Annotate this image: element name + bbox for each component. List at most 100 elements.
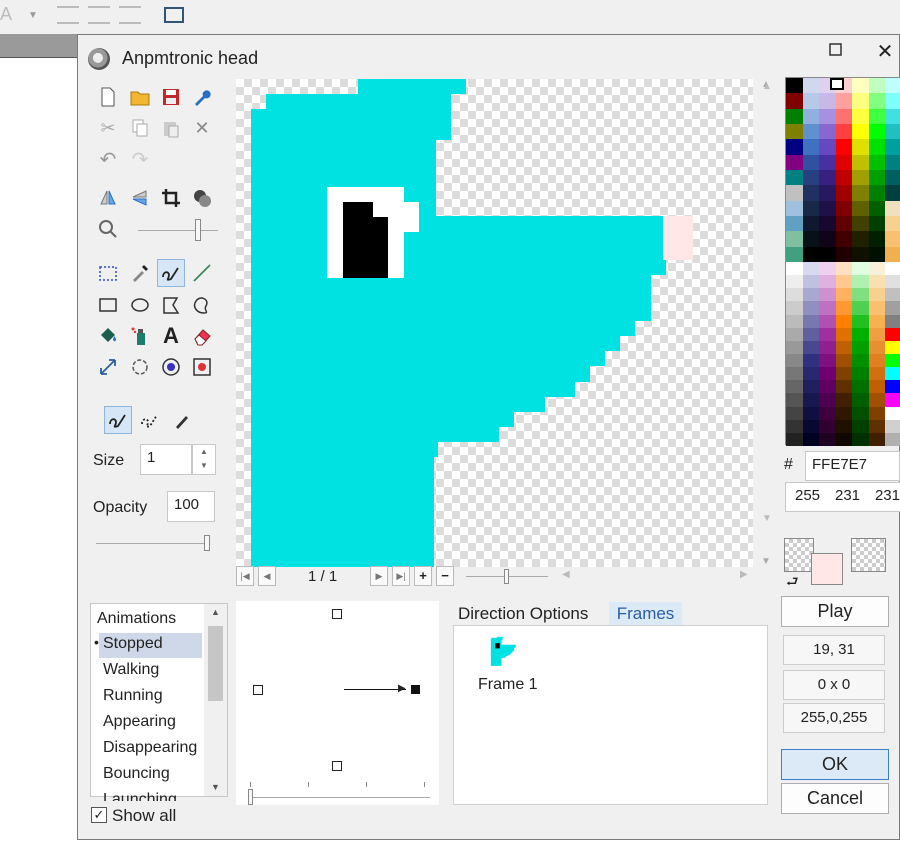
- first-frame-button[interactable]: |◀: [236, 566, 254, 586]
- line-icon[interactable]: [188, 259, 216, 287]
- size-stepper[interactable]: ▲ ▼: [192, 444, 216, 475]
- palette-swatch[interactable]: [819, 231, 836, 247]
- palette-swatch[interactable]: [885, 154, 900, 170]
- flip-horizontal-icon[interactable]: [94, 184, 122, 212]
- palette-swatch[interactable]: [885, 246, 900, 262]
- palette-swatch[interactable]: [868, 262, 886, 276]
- red-value[interactable]: 255: [795, 487, 820, 507]
- palette-swatch[interactable]: [852, 301, 869, 315]
- palette-swatch[interactable]: [802, 288, 820, 302]
- palette-swatch[interactable]: [835, 393, 853, 407]
- frame-thumbnail[interactable]: [490, 634, 520, 668]
- brush-mode-dotted-icon[interactable]: [136, 406, 164, 434]
- maximize-icon[interactable]: [826, 40, 846, 60]
- palette-swatch[interactable]: [852, 314, 869, 328]
- palette-swatch[interactable]: [885, 367, 900, 381]
- palette-swatch[interactable]: [802, 432, 820, 446]
- palette-swatch[interactable]: [786, 367, 803, 381]
- palette-swatch[interactable]: [786, 246, 803, 262]
- palette-swatch[interactable]: [868, 231, 886, 247]
- palette-swatch[interactable]: [868, 367, 886, 381]
- animation-item[interactable]: Appearing: [103, 713, 176, 731]
- transparent-color-swatch[interactable]: [851, 538, 886, 572]
- palette-swatch[interactable]: [786, 288, 803, 302]
- palette-swatch[interactable]: [819, 185, 836, 201]
- palette-swatch[interactable]: [819, 354, 836, 368]
- palette-swatch[interactable]: [802, 216, 820, 232]
- palette-swatch[interactable]: [852, 419, 869, 433]
- settings-wrench-icon[interactable]: [188, 83, 216, 111]
- palette-swatch[interactable]: [786, 185, 803, 201]
- palette-swatch[interactable]: [868, 108, 886, 124]
- palette-swatch[interactable]: [786, 354, 803, 368]
- palette-swatch[interactable]: [885, 393, 900, 407]
- palette-swatch[interactable]: [852, 367, 869, 381]
- palette-swatch[interactable]: [868, 354, 886, 368]
- zoom-slider[interactable]: [138, 230, 218, 231]
- align-left-icon[interactable]: [57, 6, 79, 24]
- palette-swatch[interactable]: [819, 432, 836, 446]
- palette-swatch[interactable]: [786, 393, 803, 407]
- palette-swatch[interactable]: [852, 185, 869, 201]
- palette-swatch[interactable]: [885, 170, 900, 186]
- palette-swatch[interactable]: [852, 200, 869, 216]
- scroll-right-icon[interactable]: ▶: [740, 569, 748, 580]
- save-icon[interactable]: [157, 83, 185, 111]
- palette-swatch[interactable]: [885, 380, 900, 394]
- animations-list[interactable]: Animations • Stopped Walking Running Appear…: [90, 603, 228, 801]
- direction-north[interactable]: [332, 609, 342, 619]
- palette-swatch[interactable]: [802, 393, 820, 407]
- palette-swatch[interactable]: [868, 170, 886, 186]
- palette-swatch[interactable]: [835, 93, 853, 109]
- palette-swatch[interactable]: [802, 275, 820, 289]
- direction-west[interactable]: [253, 685, 263, 695]
- canvas-vertical-scrollbar[interactable]: ▲ ▼: [758, 79, 774, 567]
- blue-value[interactable]: 231: [875, 487, 900, 507]
- palette-swatch[interactable]: [819, 419, 836, 433]
- palette-swatch[interactable]: [868, 419, 886, 433]
- palette-swatch[interactable]: [802, 200, 820, 216]
- palette-swatch[interactable]: [868, 185, 886, 201]
- fill-bucket-icon[interactable]: [94, 322, 122, 350]
- palette-swatch[interactable]: [802, 124, 820, 140]
- palette-swatch[interactable]: [852, 216, 869, 232]
- palette-swatch[interactable]: [786, 406, 803, 420]
- palette-swatch[interactable]: [868, 301, 886, 315]
- animations-scrollbar[interactable]: ▲ ▼: [204, 604, 227, 796]
- previous-frame-button[interactable]: ◀: [258, 566, 276, 586]
- ellipse-icon[interactable]: [126, 291, 154, 319]
- zoom-icon[interactable]: [94, 215, 122, 243]
- palette-swatch[interactable]: [802, 262, 820, 276]
- palette-swatch[interactable]: [802, 231, 820, 247]
- select-rectangle-icon[interactable]: [94, 259, 122, 287]
- palette-swatch[interactable]: [786, 154, 803, 170]
- palette-swatch[interactable]: [852, 108, 869, 124]
- last-frame-button[interactable]: ▶|: [392, 566, 410, 586]
- palette-swatch[interactable]: [852, 78, 869, 94]
- opacity-input[interactable]: 100: [167, 491, 215, 522]
- palette-swatch[interactable]: [802, 93, 820, 109]
- direction-south[interactable]: [332, 761, 342, 771]
- palette-swatch[interactable]: [885, 301, 900, 315]
- frames-panel[interactable]: Frame 1: [453, 625, 768, 805]
- copy-icon[interactable]: [126, 114, 154, 142]
- palette-swatch[interactable]: [819, 246, 836, 262]
- palette-swatch[interactable]: [802, 314, 820, 328]
- ok-button[interactable]: OK: [781, 749, 889, 780]
- background-color-swatch[interactable]: [811, 553, 843, 585]
- palette-swatch[interactable]: [802, 185, 820, 201]
- palette-swatch[interactable]: [802, 301, 820, 315]
- palette-swatch[interactable]: [835, 246, 853, 262]
- palette-swatch[interactable]: [786, 231, 803, 247]
- palette-swatch[interactable]: [868, 139, 886, 155]
- palette-swatch[interactable]: [852, 154, 869, 170]
- color-effects-icon[interactable]: [188, 184, 216, 212]
- palette-swatch[interactable]: [802, 367, 820, 381]
- palette-swatch[interactable]: [885, 432, 900, 446]
- palette-swatch[interactable]: [852, 380, 869, 394]
- palette-swatch[interactable]: [802, 327, 820, 341]
- palette-swatch[interactable]: [835, 288, 853, 302]
- swap-colors-icon[interactable]: ⮐: [786, 571, 799, 595]
- tab-frames[interactable]: Frames: [609, 602, 682, 626]
- palette-swatch[interactable]: [868, 380, 886, 394]
